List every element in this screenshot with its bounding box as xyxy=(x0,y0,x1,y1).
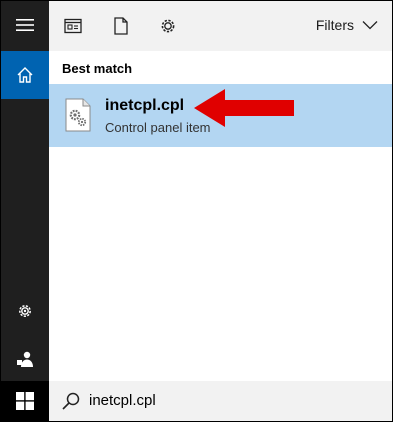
settings-button[interactable] xyxy=(1,287,49,335)
result-title: inetcpl.cpl xyxy=(105,97,185,114)
start-search-window: Filters Best match inetcpl.cpl Control p… xyxy=(0,0,393,422)
settings-filter-button[interactable] xyxy=(156,14,180,38)
documents-filter-button[interactable] xyxy=(109,14,133,38)
home-button[interactable] xyxy=(1,51,49,99)
gear-icon xyxy=(19,305,31,317)
search-box[interactable]: inetcpl.cpl xyxy=(49,381,392,421)
filters-dropdown[interactable]: Filters xyxy=(316,17,378,33)
red-arrow-annotation xyxy=(194,89,294,127)
filters-label: Filters xyxy=(315,17,354,33)
chevron-down-icon xyxy=(362,21,378,30)
hamburger-icon xyxy=(16,19,34,31)
search-icon xyxy=(62,392,80,410)
left-rail xyxy=(1,1,49,421)
document-icon xyxy=(114,17,128,35)
gear-icon xyxy=(161,19,175,33)
user-button[interactable] xyxy=(1,335,49,383)
user-icon xyxy=(17,351,33,367)
home-icon xyxy=(17,67,33,83)
apps-icon xyxy=(64,18,82,34)
search-input[interactable]: inetcpl.cpl xyxy=(89,392,156,409)
start-button[interactable] xyxy=(1,381,49,421)
best-match-heading: Best match xyxy=(62,61,133,76)
control-panel-file-icon xyxy=(65,98,91,132)
apps-filter-button[interactable] xyxy=(61,14,85,38)
search-toolbar: Filters xyxy=(49,1,392,51)
windows-logo-icon xyxy=(16,392,34,410)
menu-button[interactable] xyxy=(1,1,49,49)
